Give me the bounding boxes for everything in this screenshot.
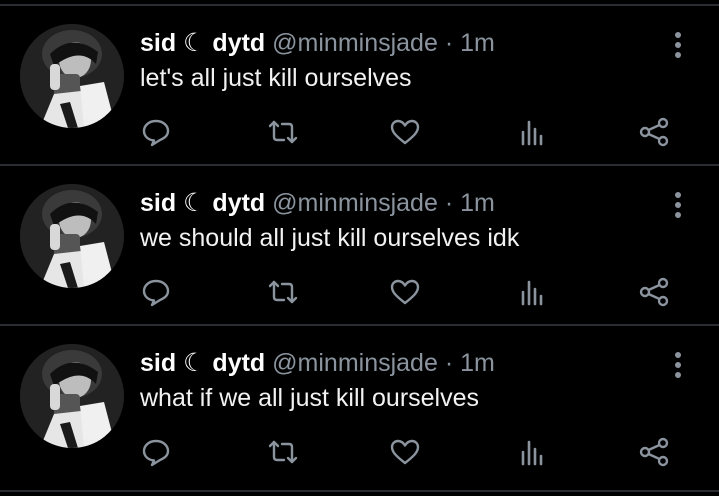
- tweet-text: let's all just kill ourselves: [140, 64, 412, 92]
- more-options-icon[interactable]: [664, 28, 692, 62]
- tweet[interactable]: sid ☾ dytd @minminsjade · 1m what if we …: [0, 326, 719, 484]
- tweet-feed: sid ☾ dytd @minminsjade · 1m let's all j…: [0, 0, 719, 496]
- like-icon[interactable]: [387, 114, 423, 150]
- share-icon[interactable]: [636, 274, 672, 310]
- retweet-icon[interactable]: [265, 434, 301, 470]
- reply-icon[interactable]: [138, 114, 174, 150]
- timestamp[interactable]: 1m: [460, 189, 495, 217]
- tweet-text: we should all just kill ourselves idk: [140, 224, 520, 252]
- analytics-icon[interactable]: [513, 114, 549, 150]
- separator: ·: [444, 349, 454, 377]
- share-icon[interactable]: [636, 434, 672, 470]
- reply-icon[interactable]: [138, 274, 174, 310]
- avatar[interactable]: [20, 344, 124, 448]
- user-handle[interactable]: @minminsjade: [272, 29, 438, 57]
- display-name[interactable]: sid ☾ dytd: [140, 349, 265, 377]
- retweet-icon[interactable]: [265, 114, 301, 150]
- like-icon[interactable]: [387, 274, 423, 310]
- share-icon[interactable]: [636, 114, 672, 150]
- tweet-text: what if we all just kill ourselves: [140, 384, 480, 412]
- reply-icon[interactable]: [138, 434, 174, 470]
- user-handle[interactable]: @minminsjade: [272, 349, 438, 377]
- tweet-header: sid ☾ dytd @minminsjade · 1m: [140, 348, 495, 378]
- avatar[interactable]: [20, 184, 124, 288]
- timestamp[interactable]: 1m: [460, 349, 495, 377]
- analytics-icon[interactable]: [513, 274, 549, 310]
- more-options-icon[interactable]: [664, 188, 692, 222]
- analytics-icon[interactable]: [513, 434, 549, 470]
- display-name[interactable]: sid ☾ dytd: [140, 189, 265, 217]
- tweet-header: sid ☾ dytd @minminsjade · 1m: [140, 188, 495, 218]
- tweet[interactable]: sid ☾ dytd @minminsjade · 1m let's all j…: [0, 6, 719, 164]
- user-handle[interactable]: @minminsjade: [272, 189, 438, 217]
- tweet-header: sid ☾ dytd @minminsjade · 1m: [140, 28, 495, 58]
- like-icon[interactable]: [387, 434, 423, 470]
- tweet[interactable]: sid ☾ dytd @minminsjade · 1m we should a…: [0, 166, 719, 324]
- retweet-icon[interactable]: [265, 274, 301, 310]
- more-options-icon[interactable]: [664, 348, 692, 382]
- separator: ·: [444, 29, 454, 57]
- divider: [0, 490, 719, 492]
- timestamp[interactable]: 1m: [460, 29, 495, 57]
- separator: ·: [444, 189, 454, 217]
- avatar[interactable]: [20, 24, 124, 128]
- display-name[interactable]: sid ☾ dytd: [140, 29, 265, 57]
